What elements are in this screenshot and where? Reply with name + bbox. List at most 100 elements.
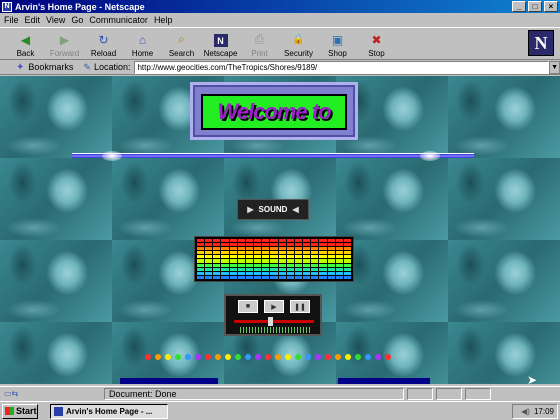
equalizer-segment — [205, 251, 213, 255]
shop-button[interactable]: ▣ Shop — [318, 28, 357, 60]
colored-dot — [225, 354, 231, 360]
netscape-label: Netscape — [203, 49, 238, 58]
welcome-text: Welcome to — [201, 94, 347, 130]
equalizer-column — [286, 239, 294, 279]
minimize-button[interactable]: _ — [512, 1, 526, 12]
equalizer-segment — [270, 239, 278, 243]
menu-edit[interactable]: Edit — [25, 15, 41, 25]
pause-media-button[interactable]: ❚❚ — [290, 300, 310, 313]
home-label: Home — [131, 49, 154, 58]
play-media-button[interactable]: ▶ — [264, 300, 284, 313]
equalizer-segment — [229, 239, 237, 243]
security-button[interactable]: 🔒 Security — [279, 28, 318, 60]
forward-label: Forward — [49, 49, 80, 58]
forward-button[interactable]: ▶ Forward — [45, 28, 84, 60]
equalizer-segment — [205, 275, 213, 279]
volume-slider-track[interactable] — [234, 320, 314, 323]
reload-icon: ↻ — [98, 32, 109, 47]
colored-dot — [355, 354, 361, 360]
volume-slider-knob[interactable] — [268, 317, 273, 326]
reload-label: Reload — [90, 49, 117, 58]
start-label: Start — [16, 406, 37, 416]
url-dropdown-button[interactable]: ▼ — [549, 60, 560, 74]
equalizer-segment — [262, 243, 270, 247]
equalizer-segment — [262, 259, 270, 263]
search-icon: ⌕ — [178, 32, 185, 46]
equalizer-segment — [343, 251, 351, 255]
equalizer-segment — [327, 243, 335, 247]
colored-dot — [275, 354, 281, 360]
play-left-arrow-icon: ◀ — [292, 205, 299, 214]
equalizer-segment — [205, 239, 213, 243]
windows-flag-icon — [5, 407, 14, 415]
status-segment-3 — [465, 387, 491, 400]
close-button[interactable]: × — [544, 1, 558, 12]
equalizer-segment — [221, 263, 229, 267]
equalizer-segment — [270, 259, 278, 263]
equalizer-segment — [303, 247, 311, 251]
sound-button[interactable]: ▶ SOUND ◀ — [237, 199, 309, 220]
equalizer-column — [270, 239, 278, 279]
equalizer-segment — [303, 271, 311, 275]
equalizer-segment — [327, 275, 335, 279]
netscape-logo[interactable]: N — [528, 30, 554, 56]
page-proxy-icon[interactable]: ✎ — [83, 62, 91, 73]
equalizer-segment — [311, 239, 319, 243]
print-button[interactable]: ⎙ Print — [240, 28, 279, 60]
equalizer-segment — [311, 251, 319, 255]
equalizer-segment — [343, 243, 351, 247]
equalizer-segment — [245, 275, 254, 279]
equalizer-column — [213, 239, 221, 279]
start-button[interactable]: Start — [2, 403, 38, 419]
equalizer-segment — [286, 267, 294, 271]
speaker-icon[interactable]: ◀) — [521, 407, 530, 416]
equalizer-segment — [319, 255, 327, 259]
location-label: ✎ Location: — [83, 62, 130, 73]
equalizer-segment — [221, 247, 229, 251]
menu-view[interactable]: View — [46, 15, 65, 25]
menu-communicator[interactable]: Communicator — [89, 15, 148, 25]
equalizer-segment — [319, 271, 327, 275]
equalizer-column — [221, 239, 229, 279]
equalizer-segment — [205, 271, 213, 275]
bookmarks-button[interactable]: ✦ Bookmarks — [16, 62, 73, 73]
status-bar: ▭⇆ Document: Done — [0, 386, 560, 400]
maximize-button[interactable]: □ — [528, 1, 542, 12]
menu-file[interactable]: File — [4, 15, 19, 25]
equalizer-segment — [221, 239, 229, 243]
netscape-button[interactable]: N Netscape — [201, 28, 240, 60]
background-tile — [0, 322, 112, 384]
equalizer-segment — [286, 239, 294, 243]
reload-button[interactable]: ↻ Reload — [84, 28, 123, 60]
equalizer-segment — [311, 243, 319, 247]
equalizer-column — [343, 239, 351, 279]
equalizer-segment — [221, 251, 229, 255]
equalizer-segment — [237, 263, 245, 267]
equalizer-segment — [197, 255, 205, 259]
equalizer-segment — [278, 259, 286, 263]
bookmark-icon: ✦ — [16, 61, 25, 73]
equalizer-segment — [286, 243, 294, 247]
stop-button[interactable]: ✖ Stop — [357, 28, 396, 60]
taskbar-item-netscape[interactable]: Arvin's Home Page - ... — [50, 403, 168, 419]
background-tile — [448, 240, 560, 322]
menu-go[interactable]: Go — [71, 15, 83, 25]
equalizer-segment — [213, 263, 221, 267]
equalizer-segment — [262, 263, 270, 267]
shop-label: Shop — [328, 49, 347, 58]
search-label: Search — [168, 49, 195, 58]
url-input[interactable]: http://www.geocities.com/TheTropics/Shor… — [134, 60, 550, 74]
equalizer-segment — [254, 239, 262, 243]
colored-dot — [305, 354, 311, 360]
colored-dot — [365, 354, 371, 360]
play-right-arrow-icon: ▶ — [247, 205, 254, 214]
home-button[interactable]: ⌂ Home — [123, 28, 162, 60]
stop-media-button[interactable]: ■ — [238, 300, 258, 313]
menu-help[interactable]: Help — [154, 15, 173, 25]
equalizer-segment — [327, 247, 335, 251]
netscape-icon: N — [213, 34, 228, 47]
equalizer-segment — [213, 247, 221, 251]
search-button[interactable]: ⌕ Search — [162, 28, 201, 60]
equalizer-segment — [205, 255, 213, 259]
back-button[interactable]: ◀ Back — [6, 28, 45, 60]
